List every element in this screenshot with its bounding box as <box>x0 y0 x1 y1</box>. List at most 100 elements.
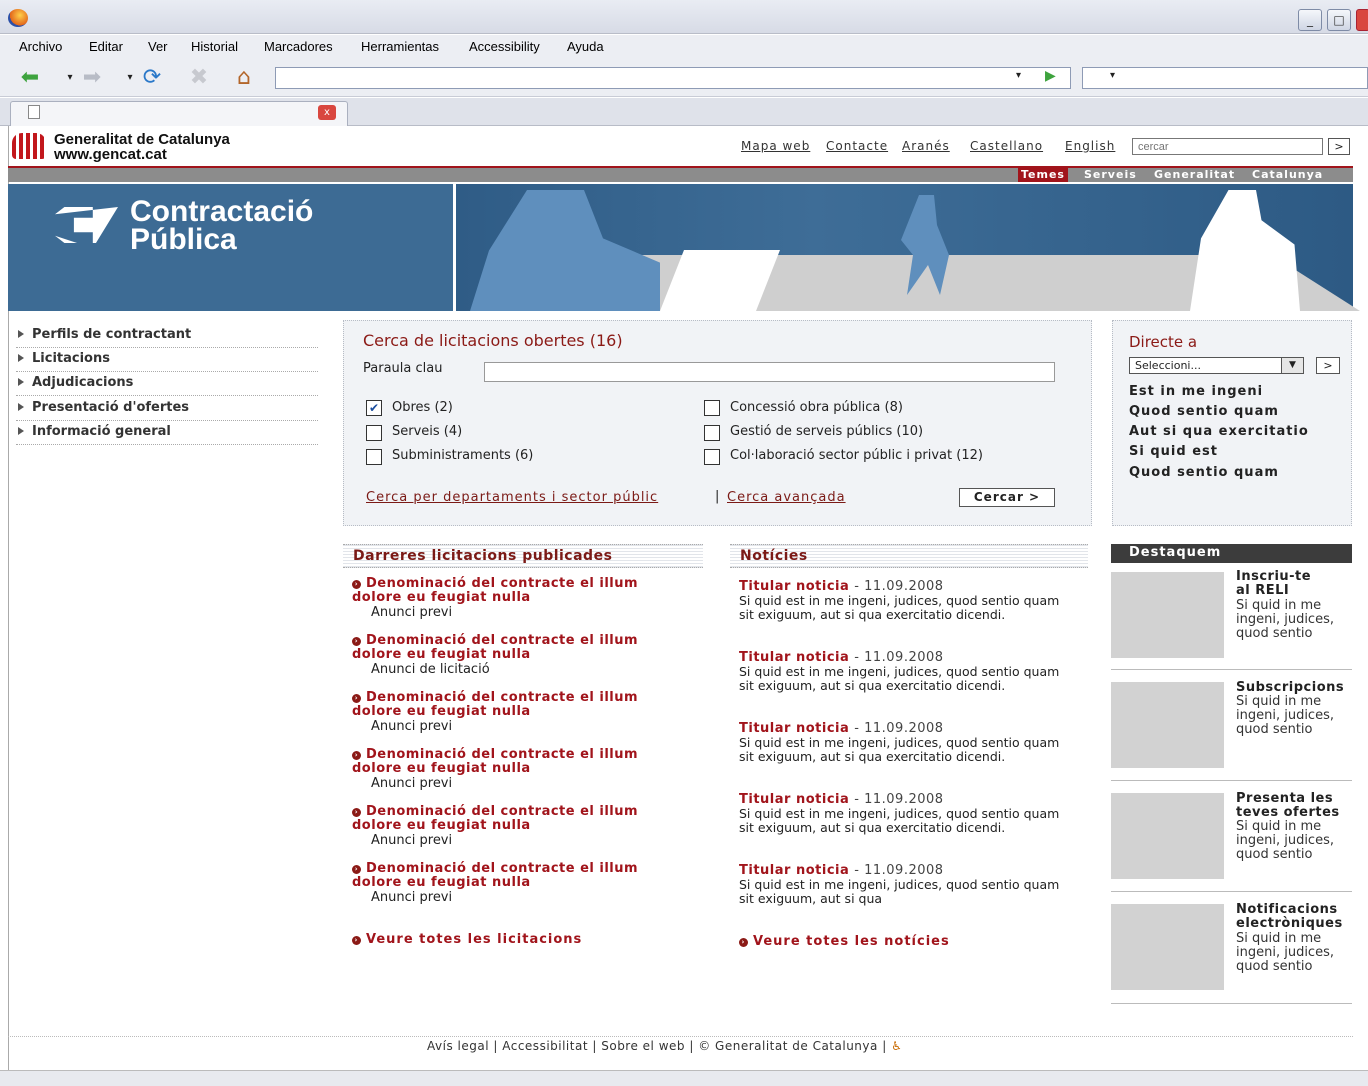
maximize-button[interactable]: □ <box>1327 9 1351 31</box>
menu-accessibility[interactable]: Accessibility <box>469 39 540 54</box>
accessibility-icon[interactable]: ♿ <box>891 1039 902 1053</box>
browser-tab[interactable] <box>10 101 348 126</box>
generalitat-logo-icon[interactable] <box>12 133 46 159</box>
featured-title[interactable]: Subscripcions <box>1236 681 1361 695</box>
chevron-down-icon[interactable]: ▼ <box>1281 358 1303 373</box>
menu-ver[interactable]: Ver <box>148 39 168 54</box>
search-engine-dropdown-icon[interactable]: ▾ <box>1110 70 1115 81</box>
leftnav-perfils[interactable]: Perfils de contractant <box>16 324 318 348</box>
site-search-input[interactable] <box>1132 138 1323 155</box>
footer-link-accessibilitat[interactable]: Accessibilitat <box>502 1039 588 1053</box>
featured-title[interactable]: Presenta les teves ofertes <box>1236 792 1361 820</box>
close-window-button[interactable] <box>1356 9 1368 31</box>
featured-image[interactable] <box>1111 682 1224 768</box>
menu-marcadores[interactable]: Marcadores <box>264 39 333 54</box>
footer-copyright: © Generalitat de Catalunya <box>698 1039 878 1053</box>
expand-arrow-icon <box>18 378 24 386</box>
checkbox-gestio[interactable] <box>704 425 720 441</box>
checkbox-subministraments[interactable] <box>366 449 382 465</box>
all-tenders-link[interactable]: › Veure totes les licitacions <box>352 932 582 947</box>
leftnav-informacio[interactable]: Informació general <box>16 421 318 445</box>
arrow-bullet-icon: › <box>352 808 361 817</box>
label-serveis: Serveis (4) <box>392 424 463 439</box>
quick-link[interactable]: Si quid est <box>1129 444 1218 459</box>
category-serveis[interactable]: Serveis <box>1081 167 1140 182</box>
search-submit-button[interactable]: Cercar > <box>959 488 1055 507</box>
all-news-link[interactable]: › Veure totes les notícies <box>739 934 950 949</box>
link-contacte[interactable]: Contacte <box>826 139 888 153</box>
reload-icon[interactable]: ⟳ <box>138 64 166 92</box>
browser-search-field[interactable] <box>1082 67 1368 89</box>
minimize-button[interactable]: _ <box>1298 9 1322 31</box>
featured-image[interactable] <box>1111 904 1224 990</box>
footer-separator: | <box>882 1039 887 1053</box>
quick-link[interactable]: Aut si qua exercitatio <box>1129 424 1309 439</box>
news-title-link[interactable]: Titular noticia - 11.09.2008 <box>739 721 944 736</box>
footer-separator: | <box>689 1039 694 1053</box>
close-tab-button[interactable]: x <box>318 105 336 120</box>
site-title: Contractació Pública <box>130 195 314 256</box>
menu-historial[interactable]: Historial <box>191 39 238 54</box>
tender-title-link[interactable]: › Denominació del contracte el illum dolo… <box>352 691 692 719</box>
go-icon[interactable]: ▶ <box>1045 68 1056 84</box>
tender-title-link[interactable]: › Denominació del contracte el illum dolo… <box>352 748 692 776</box>
category-generalitat[interactable]: Generalitat <box>1151 167 1238 182</box>
menu-editar[interactable]: Editar <box>89 39 123 54</box>
advanced-search-link[interactable]: Cerca avançada <box>727 490 846 505</box>
org-url[interactable]: www.gencat.cat <box>54 146 167 163</box>
keyword-input[interactable] <box>484 362 1055 382</box>
news-body: Si quid est in me ingeni, judices, quod … <box>739 735 1060 764</box>
leftnav-licitacions[interactable]: Licitacions <box>16 348 318 372</box>
featured-image[interactable] <box>1111 572 1224 658</box>
quick-access-select[interactable]: Seleccioni... <box>1129 357 1304 374</box>
link-aranes[interactable]: Aranés <box>902 139 950 153</box>
tender-title-link[interactable]: › Denominació del contracte el illum dolo… <box>352 634 692 662</box>
tender-type: Anunci previ <box>371 605 453 620</box>
news-title-link[interactable]: Titular noticia - 11.09.2008 <box>739 650 944 665</box>
tender-title-link[interactable]: › Denominació del contracte el illum dolo… <box>352 805 692 833</box>
news-title-link[interactable]: Titular noticia - 11.09.2008 <box>739 792 944 807</box>
featured-title[interactable]: Inscriu-te al RELI <box>1236 570 1326 598</box>
checkbox-serveis[interactable] <box>366 425 382 441</box>
checkbox-concessio[interactable] <box>704 400 720 416</box>
tender-type: Anunci previ <box>371 776 453 791</box>
quick-link[interactable]: Quod sentio quam <box>1129 465 1279 480</box>
news-body: Si quid est in me ingeni, judices, quod … <box>739 593 1060 622</box>
category-temes[interactable]: Temes <box>1018 167 1068 182</box>
news-title-link[interactable]: Titular noticia - 11.09.2008 <box>739 579 944 594</box>
footer-link-avis-legal[interactable]: Avís legal <box>427 1039 489 1053</box>
arrow-bullet-icon: › <box>739 938 748 947</box>
menu-ayuda[interactable]: Ayuda <box>567 39 604 54</box>
url-dropdown-icon[interactable]: ▾ <box>1016 70 1021 81</box>
menu-archivo[interactable]: Archivo <box>19 39 62 54</box>
quick-link[interactable]: Est in me ingeni <box>1129 384 1263 399</box>
featured-image[interactable] <box>1111 793 1224 879</box>
menu-herramientas[interactable]: Herramientas <box>361 39 439 54</box>
url-bar[interactable] <box>275 67 1071 89</box>
link-mapa-web[interactable]: Mapa web <box>741 139 810 153</box>
stop-icon[interactable]: ✖ <box>185 64 213 92</box>
forward-icon[interactable]: ➡ <box>78 64 106 92</box>
checkbox-collaboracio[interactable] <box>704 449 720 465</box>
news-body: Si quid est in me ingeni, judices, quod … <box>739 664 1060 693</box>
leftnav-presentacio[interactable]: Presentació d'ofertes <box>16 397 318 421</box>
back-icon[interactable]: ⬅ <box>16 64 44 92</box>
expand-arrow-icon <box>18 354 24 362</box>
tender-title-link[interactable]: › Denominació del contracte el illum dolo… <box>352 577 692 605</box>
search-by-department-link[interactable]: Cerca per departaments i sector públic <box>366 490 658 505</box>
quick-access-go-button[interactable]: > <box>1316 357 1340 374</box>
home-icon[interactable]: ⌂ <box>230 64 258 92</box>
checkbox-obres[interactable]: ✔ <box>366 400 382 416</box>
tender-title-link[interactable]: › Denominació del contracte el illum dolo… <box>352 862 692 890</box>
news-title-link[interactable]: Titular noticia - 11.09.2008 <box>739 863 944 878</box>
link-castellano[interactable]: Castellano <box>970 139 1043 153</box>
browser-titlebar <box>0 0 1368 34</box>
footer-link-sobre-el-web[interactable]: Sobre el web <box>601 1039 685 1053</box>
site-search-button[interactable]: > <box>1328 138 1350 155</box>
search-panel-title: Cerca de licitacions obertes (16) <box>363 331 623 350</box>
leftnav-adjudicacions[interactable]: Adjudicacions <box>16 372 318 396</box>
featured-title[interactable]: Notificacions electròniques <box>1236 903 1361 931</box>
link-english[interactable]: English <box>1065 139 1115 153</box>
quick-link[interactable]: Quod sentio quam <box>1129 404 1279 419</box>
category-catalunya[interactable]: Catalunya <box>1249 167 1326 182</box>
